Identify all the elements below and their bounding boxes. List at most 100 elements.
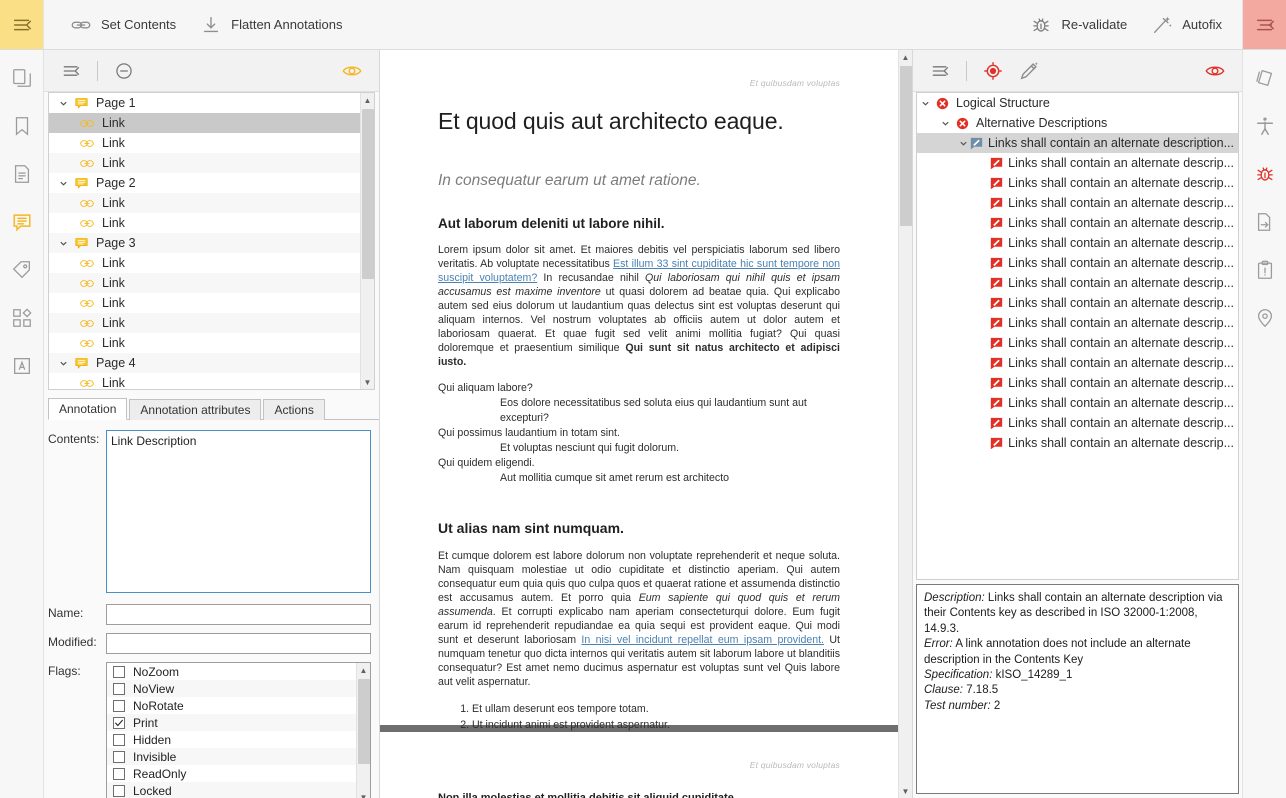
flag-checkbox[interactable] (113, 665, 125, 678)
tree-item-link[interactable]: Link (49, 153, 360, 173)
rail-pages-button[interactable] (6, 62, 38, 94)
modified-input[interactable] (106, 633, 371, 654)
flags-scroll-down-arrow[interactable]: ▼ (357, 790, 371, 798)
tree-item-page[interactable]: Page 2 (49, 173, 360, 193)
flags-scroll-thumb[interactable] (357, 679, 370, 764)
autofix-button[interactable]: Autofix (1141, 8, 1232, 42)
flag-row[interactable]: Hidden (107, 731, 356, 748)
expand-toggle[interactable] (55, 99, 71, 108)
collapse-panel-icon-button[interactable] (58, 58, 84, 84)
revalidate-button[interactable]: Re-validate (1020, 8, 1137, 42)
tree-item-link[interactable]: Link (49, 273, 360, 293)
expand-toggle[interactable] (55, 239, 71, 248)
annotation-tree[interactable]: Page 1 Link Link Link Page 2 Link Link Page 3 Li… (49, 93, 360, 389)
tree-item-link[interactable]: Link (49, 253, 360, 273)
doc-scroll-down-arrow[interactable]: ▼ (899, 784, 913, 798)
validation-collapse-button[interactable] (927, 58, 953, 84)
flag-row[interactable]: NoView (107, 680, 356, 697)
flag-row[interactable]: NoZoom (107, 663, 356, 680)
validation-tree-item[interactable]: Logical Structure (917, 93, 1238, 113)
rail-text-button[interactable] (6, 350, 38, 382)
validation-tree-item[interactable]: Links shall contain an alternate descrip… (917, 213, 1238, 233)
document-scroll-area[interactable]: Et quibusdam voluptas Et quod quis aut a… (380, 50, 898, 798)
rail-document-button[interactable] (6, 158, 38, 190)
tab-actions[interactable]: Actions (263, 399, 325, 420)
tree-item-link[interactable]: Link (49, 133, 360, 153)
validation-tree-item[interactable]: Links shall contain an alternate descrip… (917, 153, 1238, 173)
doc-scroll-thumb[interactable] (899, 66, 912, 226)
tree-item-page[interactable]: Page 3 (49, 233, 360, 253)
scroll-up-arrow[interactable]: ▲ (361, 93, 375, 107)
name-input[interactable] (106, 604, 371, 625)
scroll-down-arrow[interactable]: ▼ (361, 375, 375, 389)
rail-report-button[interactable] (1249, 254, 1281, 286)
validation-tree-item[interactable]: Links shall contain an alternate descrip… (917, 413, 1238, 433)
tree-item-link[interactable]: Link (49, 113, 360, 133)
tree-item-link[interactable]: Link (49, 313, 360, 333)
rail-tags-button[interactable] (6, 254, 38, 286)
rail-bookmarks-button[interactable] (6, 110, 38, 142)
rail-export-button[interactable] (1249, 206, 1281, 238)
toggle-visibility-button[interactable] (339, 58, 365, 84)
validation-tree-item[interactable]: Links shall contain an alternate descrip… (917, 233, 1238, 253)
flag-checkbox[interactable] (113, 733, 125, 746)
doc-scroll-track[interactable] (899, 64, 913, 784)
validation-tree-item[interactable]: Links shall contain an alternate descrip… (917, 333, 1238, 353)
document-scrollbar[interactable]: ▲ ▼ (898, 50, 912, 798)
flags-list[interactable]: NoZoom NoView NoRotate Print Hidden Invisible… (107, 663, 356, 798)
validation-tree-item[interactable]: Links shall contain an alternate descrip… (917, 293, 1238, 313)
tab-annotation[interactable]: Annotation (48, 398, 128, 420)
flag-checkbox[interactable] (113, 767, 125, 780)
validation-tree-item[interactable]: Links shall contain an alternate descrip… (917, 193, 1238, 213)
flag-checkbox[interactable] (113, 750, 125, 763)
expand-toggle[interactable] (937, 119, 953, 128)
rail-page-flip-button[interactable] (1249, 62, 1281, 94)
flag-row[interactable]: Locked (107, 782, 356, 798)
flag-row[interactable]: Print (107, 714, 356, 731)
contents-textarea[interactable] (106, 430, 371, 593)
validation-tree-item[interactable]: Links shall contain an alternate descrip… (917, 393, 1238, 413)
set-contents-button[interactable]: Set Contents (60, 8, 186, 42)
flag-checkbox[interactable] (113, 682, 125, 695)
tree-item-link[interactable]: Link (49, 213, 360, 233)
tree-item-page[interactable]: Page 1 (49, 93, 360, 113)
flag-row[interactable]: ReadOnly (107, 765, 356, 782)
flag-checkbox[interactable] (113, 784, 125, 797)
collapse-left-panel-button[interactable] (0, 0, 44, 49)
annotation-tree-scrollbar[interactable]: ▲ ▼ (360, 93, 374, 389)
validation-tree-item[interactable]: Links shall contain an alternate descrip… (917, 353, 1238, 373)
validation-tree-item[interactable]: Links shall contain an alternate descrip… (917, 253, 1238, 273)
collapse-right-panel-button[interactable] (1242, 0, 1286, 49)
flags-scroll-up-arrow[interactable]: ▲ (357, 663, 371, 677)
validation-tree-item[interactable]: Alternative Descriptions (917, 113, 1238, 133)
flag-row[interactable]: Invisible (107, 748, 356, 765)
validation-visibility-button[interactable] (1202, 58, 1228, 84)
tree-item-link[interactable]: Link (49, 193, 360, 213)
validation-tree-item[interactable]: Links shall contain an alternate descrip… (917, 313, 1238, 333)
tree-item-link[interactable]: Link (49, 293, 360, 313)
expand-toggle[interactable] (55, 179, 71, 188)
rail-annotations-button[interactable] (6, 206, 38, 238)
flags-scrollbar[interactable]: ▲ ▼ (356, 663, 370, 798)
validation-tree[interactable]: Logical Structure Alternative Description… (917, 93, 1238, 453)
expand-toggle[interactable] (957, 139, 969, 148)
expand-toggle[interactable] (55, 359, 71, 368)
rail-accessibility-button[interactable] (1249, 110, 1281, 142)
rail-validation-button[interactable] (1249, 158, 1281, 190)
tab-annotation-attributes[interactable]: Annotation attributes (129, 399, 262, 420)
locate-issue-button[interactable] (980, 58, 1006, 84)
expand-toggle[interactable] (917, 99, 933, 108)
rail-location-button[interactable] (1249, 302, 1281, 334)
validation-tree-item[interactable]: Links shall contain an alternate descrip… (917, 173, 1238, 193)
tree-item-link[interactable]: Link (49, 333, 360, 353)
scroll-thumb[interactable] (361, 109, 374, 279)
flatten-annotations-button[interactable]: Flatten Annotations (190, 8, 352, 42)
collapse-all-button[interactable] (111, 58, 137, 84)
tree-item-link[interactable]: Link (49, 373, 360, 389)
validation-tree-item[interactable]: Links shall contain an alternate descrip… (917, 373, 1238, 393)
inline-link-2[interactable]: In nisi vel incidunt repellat eum ipsam … (581, 634, 824, 646)
tree-item-page[interactable]: Page 4 (49, 353, 360, 373)
flag-checkbox[interactable] (113, 699, 125, 712)
doc-scroll-up-arrow[interactable]: ▲ (899, 50, 913, 64)
flag-checkbox[interactable] (113, 716, 125, 729)
